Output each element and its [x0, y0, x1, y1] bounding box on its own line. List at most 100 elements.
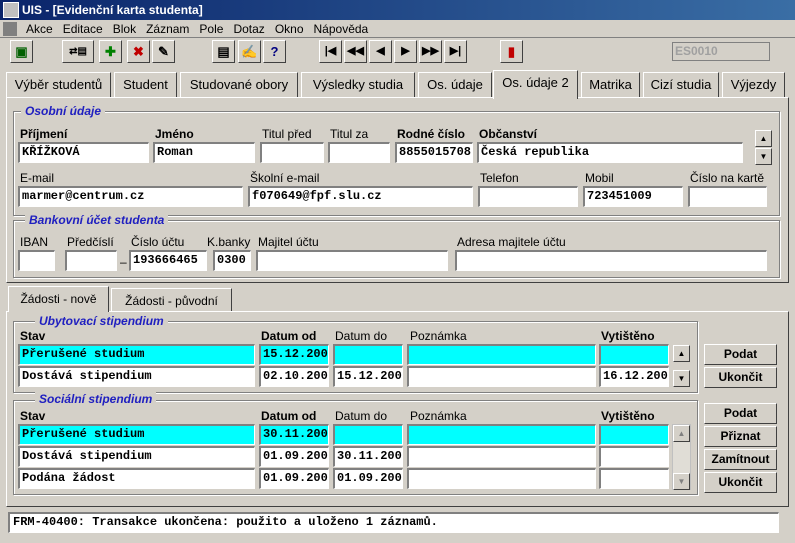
menu-editace[interactable]: Editace [58, 20, 108, 38]
social-scroll-up-icon[interactable]: ▲ [673, 425, 690, 442]
citizenship-field[interactable]: Česká republika [477, 142, 743, 163]
school-email-label: Školní e-mail [250, 171, 320, 185]
prefix-label: Předčíslí [67, 235, 114, 249]
add-record-icon[interactable]: ✚ [99, 40, 122, 63]
next-record-icon[interactable]: ▶ [394, 40, 417, 63]
menu-zaznam[interactable]: Záznam [141, 20, 194, 38]
prefix-field[interactable] [65, 250, 117, 271]
social-row-2-from[interactable]: 01.09.2009 [259, 446, 329, 467]
owner-address-field[interactable] [455, 250, 767, 271]
social-row-2-state[interactable]: Dostává stipendium [18, 446, 255, 467]
accom-row-1-to[interactable] [333, 344, 403, 365]
menu-blok[interactable]: Blok [108, 20, 141, 38]
accom-row-2-note[interactable] [407, 366, 596, 387]
school-email-field[interactable]: f070649@fpf.slu.cz [248, 186, 473, 207]
accom-state-header: Stav [20, 329, 46, 343]
tab-matrika[interactable]: Matrika [581, 72, 640, 98]
tab-studovane-obory[interactable]: Studované obory [180, 72, 298, 98]
enter-query-icon[interactable]: ⇄▤ [62, 40, 94, 63]
accom-row-1-printed[interactable] [599, 344, 669, 365]
accom-end-button[interactable]: Ukončit [704, 367, 777, 388]
first-record-icon[interactable]: |◀ [319, 40, 342, 63]
social-row-3-note[interactable] [407, 468, 596, 489]
title-before-field[interactable] [260, 142, 324, 163]
tab-vyber-studentu[interactable]: Výběr studentů [6, 72, 111, 98]
app-icon [3, 2, 19, 18]
previous-record-icon[interactable]: ◀ [369, 40, 392, 63]
next-block-icon[interactable]: ▶▶ [419, 40, 442, 63]
social-row-1-to[interactable] [333, 424, 403, 445]
name-field[interactable]: Roman [153, 142, 255, 163]
tab-vysledky-studia[interactable]: Výsledky studia [301, 72, 415, 98]
accom-row-2-to[interactable]: 15.12.2009 [333, 366, 403, 387]
owner-address-label: Adresa majitele účtu [457, 235, 566, 249]
social-row-3-to[interactable]: 01.09.2009 [333, 468, 403, 489]
delete-record-icon[interactable]: ✖ [127, 40, 150, 63]
account-owner-label: Majitel účtu [258, 235, 319, 249]
accom-scroll-down-icon[interactable]: ▼ [673, 370, 690, 387]
surname-field[interactable]: KŘÍŽKOVÁ [18, 142, 149, 163]
previous-block-icon[interactable]: ◀◀ [344, 40, 367, 63]
social-row-2-to[interactable]: 30.11.2009 [333, 446, 403, 467]
form-code-field: ES0010 [672, 42, 770, 61]
menu-pole[interactable]: Pole [194, 20, 228, 38]
accom-row-1-from[interactable]: 15.12.2009 [259, 344, 329, 365]
accom-submit-button[interactable]: Podat [704, 344, 777, 365]
exit-icon[interactable]: ▮ [500, 40, 523, 63]
social-submit-button[interactable]: Podat [704, 403, 777, 424]
accom-row-2-printed[interactable]: 16.12.2008 [599, 366, 669, 387]
menu-akce[interactable]: Akce [21, 20, 58, 38]
menu-napoveda[interactable]: Nápověda [309, 20, 374, 38]
bank-code-field[interactable]: 0300 [213, 250, 251, 271]
title-after-label: Titul za [330, 127, 369, 141]
accom-row-1-note[interactable] [407, 344, 596, 365]
social-end-button[interactable]: Ukončit [704, 472, 777, 493]
phone-field[interactable] [478, 186, 578, 207]
accom-row-2-from[interactable]: 02.10.2008 [259, 366, 329, 387]
tab-cizi-studia[interactable]: Cizí studia [643, 72, 719, 98]
tab-vyjezdy[interactable]: Výjezdy [722, 72, 785, 98]
mobile-field[interactable]: 723451009 [583, 186, 683, 207]
social-row-3-printed[interactable] [599, 468, 669, 489]
accom-row-2-state[interactable]: Dostává stipendium [18, 366, 255, 387]
card-number-field[interactable] [688, 186, 767, 207]
menu-okno[interactable]: Okno [270, 20, 309, 38]
email-field[interactable]: marmer@centrum.cz [18, 186, 243, 207]
menu-dotaz[interactable]: Dotaz [228, 20, 269, 38]
accom-scroll-up-icon[interactable]: ▲ [673, 345, 690, 362]
account-owner-field[interactable] [256, 250, 448, 271]
title-bar: UIS - [Evidenční karta studenta] [0, 0, 795, 20]
subtab-zadosti-puvodni[interactable]: Žádosti - původní [111, 288, 232, 312]
social-row-1-state[interactable]: Přerušené studium [18, 424, 255, 445]
last-record-icon[interactable]: ▶| [444, 40, 467, 63]
scroll-up-icon[interactable]: ▲ [755, 130, 772, 147]
social-reject-button[interactable]: Zamítnout [704, 449, 777, 470]
save-icon[interactable]: ▣ [10, 40, 33, 63]
social-row-3-state[interactable]: Podána žádost [18, 468, 255, 489]
social-from-header: Datum od [261, 409, 317, 423]
personal-group-title: Osobní údaje [21, 104, 106, 118]
account-number-field[interactable]: 193666465 [129, 250, 207, 271]
social-row-1-note[interactable] [407, 424, 596, 445]
copy-icon[interactable]: ▤ [212, 40, 235, 63]
accom-row-1-state[interactable]: Přerušené studium [18, 344, 255, 365]
social-scroll-down-icon[interactable]: ▼ [673, 473, 690, 490]
social-row-2-note[interactable] [407, 446, 596, 467]
social-row-2-printed[interactable] [599, 446, 669, 467]
title-after-field[interactable] [328, 142, 390, 163]
tab-os-udaje-2[interactable]: Os. údaje 2 [493, 70, 578, 99]
birth-number-field[interactable]: 8855015708 [395, 142, 473, 163]
tab-os-udaje[interactable]: Os. údaje [418, 72, 492, 98]
phone-label: Telefon [480, 171, 519, 185]
subtab-zadosti-nove[interactable]: Žádosti - nově [8, 286, 109, 312]
edit-icon[interactable]: ✍ [238, 40, 261, 63]
social-row-1-printed[interactable] [599, 424, 669, 445]
tab-student[interactable]: Student [114, 72, 177, 98]
help-icon[interactable]: ? [263, 40, 286, 63]
scroll-down-icon[interactable]: ▼ [755, 148, 772, 165]
social-grant-button[interactable]: Přiznat [704, 426, 777, 447]
social-row-1-from[interactable]: 30.11.2009 [259, 424, 329, 445]
iban-field[interactable] [18, 250, 55, 271]
social-row-3-from[interactable]: 01.09.2009 [259, 468, 329, 489]
clear-icon[interactable]: ✎ [152, 40, 175, 63]
